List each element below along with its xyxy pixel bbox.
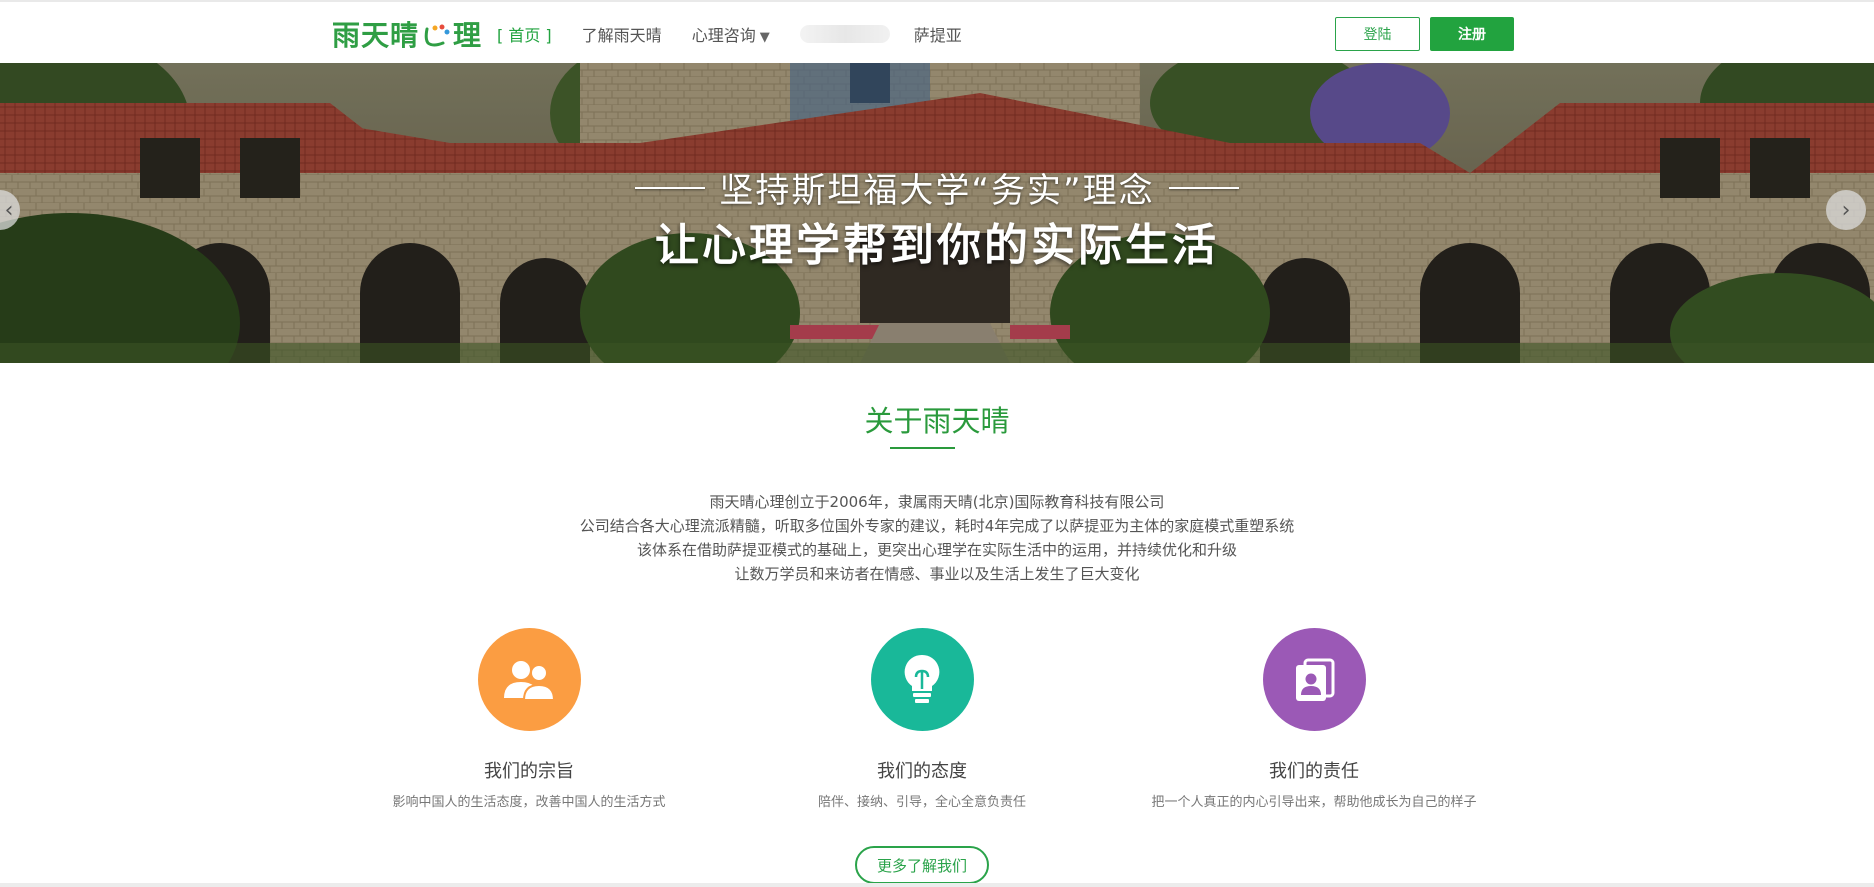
feature-mission: 我们的宗旨 影响中国人的生活态度，改善中国人的生活方式 [329, 628, 729, 810]
feature-icon-circle [477, 628, 581, 731]
banner-subtitle-text: 坚持斯坦福大学“务实”理念 [719, 171, 1155, 211]
feature-title: 我们的责任 [1269, 761, 1359, 782]
about-description: 雨天晴心理创立于2006年，隶属雨天晴(北京)国际教育科技有限公司 公司结合各大… [0, 490, 1874, 586]
about-paragraph: 公司结合各大心理流派精髓，听取多位国外专家的建议，耗时4年完成了以萨提亚为主体的… [579, 517, 1295, 535]
feature-title: 我们的宗旨 [484, 761, 574, 782]
feature-description: 陪伴、接纳、引导，全心全意负责任 [817, 795, 1026, 810]
lightbulb-icon [904, 654, 940, 703]
nav-item-about[interactable]: 了解雨天晴 [582, 22, 662, 46]
feature-responsibility: 我们的责任 把一个人真正的内心引导出来，帮助他成长为自己的样子 [1114, 628, 1514, 810]
about-section-title: 关于雨天晴 [864, 404, 1010, 438]
site-logo[interactable]: 雨天晴 理 [332, 16, 482, 52]
feature-title: 我们的态度 [877, 761, 967, 782]
left-dash [635, 186, 706, 189]
chevron-right-icon: › [1841, 197, 1851, 223]
about-paragraph: 该体系在借助萨提亚模式的基础上，更突出心理学在实际生活中的运用，并持续优化和升级 [636, 541, 1237, 559]
feature-description: 把一个人真正的内心引导出来，帮助他成长为自己的样子 [1151, 795, 1477, 810]
nav-item-counseling-label: 心理咨询 [691, 25, 756, 45]
page-bottom-divider [0, 883, 1874, 887]
feature-icon-circle [870, 628, 974, 731]
banner-subtitle: 坚持斯坦福大学“务实”理念 [0, 163, 1874, 212]
feature-attitude: 我们的态度 陪伴、接纳、引导，全心全意负责任 [722, 628, 1122, 810]
nav-menu: [ 首页 ] 了解雨天晴 心理咨询 ▼ 萨提亚 [497, 2, 992, 65]
about-paragraph: 雨天晴心理创立于2006年，隶属雨天晴(北京)国际教育科技有限公司 [709, 493, 1165, 511]
users-icon [504, 660, 556, 701]
right-dash [1168, 186, 1239, 189]
profile-card-icon [1296, 658, 1335, 701]
banner-headline: 让心理学帮到你的实际生活 [655, 220, 1219, 271]
blurred-nav-item [799, 24, 890, 43]
about-paragraph: 让数万学员和来访者在情感、事业以及生活上发生了巨大变化 [734, 565, 1140, 583]
top-navbar: 雨天晴 理 [ 首页 ] 了解雨天晴 心理咨询 ▼ 萨提亚 登陆 注册 [0, 0, 1874, 63]
nav-item-satir[interactable]: 萨提亚 [914, 22, 962, 46]
logo-text-end: 理 [453, 19, 483, 52]
title-underline [890, 447, 955, 449]
nav-item-home[interactable]: [ 首页 ] [497, 22, 552, 46]
feature-description: 影响中国人的生活态度，改善中国人的生活方式 [392, 795, 666, 810]
heart-logo-glyph [421, 19, 451, 49]
caret-down-icon: ▼ [759, 29, 770, 45]
register-button[interactable]: 注册 [1430, 17, 1514, 51]
logo-text: 雨天晴 [332, 19, 420, 52]
learn-more-button[interactable]: 更多了解我们 [855, 846, 989, 884]
carousel-next-button[interactable]: › [1826, 190, 1866, 230]
hero-banner: 坚持斯坦福大学“务实”理念 让心理学帮到你的实际生活 ‹ › [0, 63, 1874, 363]
login-button[interactable]: 登陆 [1335, 17, 1420, 51]
chevron-left-icon: ‹ [4, 197, 14, 223]
nav-item-counseling[interactable]: 心理咨询 ▼ [692, 22, 770, 46]
feature-icon-circle [1262, 628, 1366, 731]
